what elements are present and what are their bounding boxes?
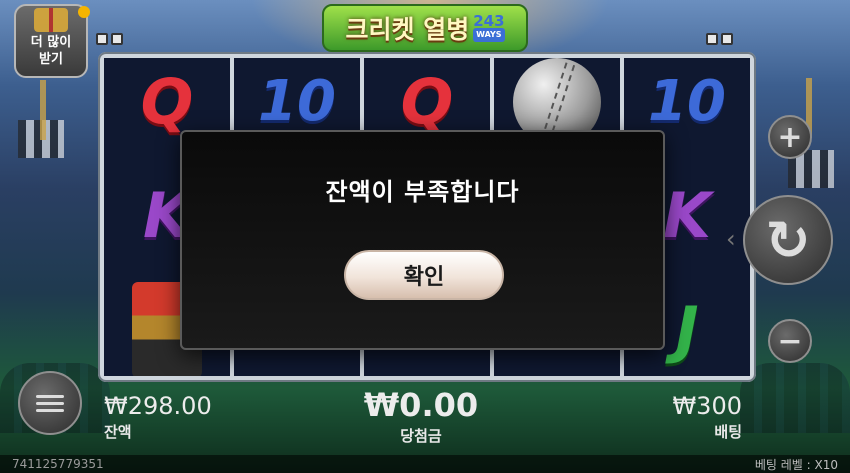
dialog-message: 잔액이 부족합니다 — [325, 178, 520, 206]
game-screen: 크리켓 열병 243 WAYS 더 많이 받기 Q K 10 Q 10 K J ‹ + ↻ … — [0, 0, 850, 473]
confirm-button[interactable]: 확인 — [344, 250, 504, 300]
modal-overlay: 잔액이 부족합니다 확인 — [0, 0, 850, 473]
insufficient-balance-dialog: 잔액이 부족합니다 확인 — [180, 130, 665, 350]
